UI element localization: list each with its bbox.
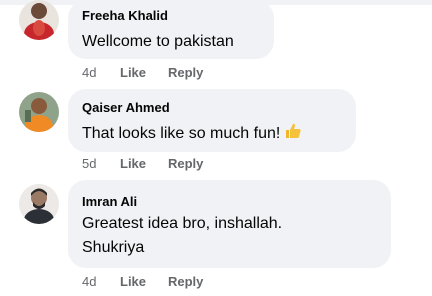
like-button[interactable]: Like: [120, 156, 146, 171]
like-button[interactable]: Like: [120, 65, 146, 80]
comment-author[interactable]: Freeha Khalid: [82, 8, 168, 23]
comment-bubble: Freeha Khalid Wellcome to pakistan: [68, 0, 274, 59]
reply-button[interactable]: Reply: [168, 274, 203, 289]
reply-button[interactable]: Reply: [168, 156, 203, 171]
avatar[interactable]: [19, 0, 59, 40]
avatar[interactable]: [19, 184, 59, 224]
avatar[interactable]: [19, 92, 59, 132]
reply-button[interactable]: Reply: [168, 65, 203, 80]
comment-timestamp[interactable]: 5d: [82, 156, 96, 171]
comment-author[interactable]: Qaiser Ahmed: [82, 100, 170, 115]
comment-text-line: That looks like so much fun!: [82, 125, 281, 142]
comment-text-line: Shukriya: [82, 239, 145, 256]
comment-bubble: Imran Ali Greatest idea bro, inshallah. …: [68, 180, 391, 268]
comment-text: Wellcome to pakistan: [82, 33, 234, 50]
comment-bubble: Qaiser Ahmed That looks like so much fun…: [68, 89, 356, 152]
comment-text: That looks like so much fun!: [82, 122, 302, 143]
comment-timestamp[interactable]: 4d: [82, 65, 96, 80]
like-button[interactable]: Like: [120, 274, 146, 289]
comment-text-line: Greatest idea bro, inshallah.: [82, 215, 283, 232]
thumbs-up-icon: [284, 122, 302, 140]
comment-author[interactable]: Imran Ali: [82, 194, 137, 209]
comment-timestamp[interactable]: 4d: [82, 274, 96, 289]
